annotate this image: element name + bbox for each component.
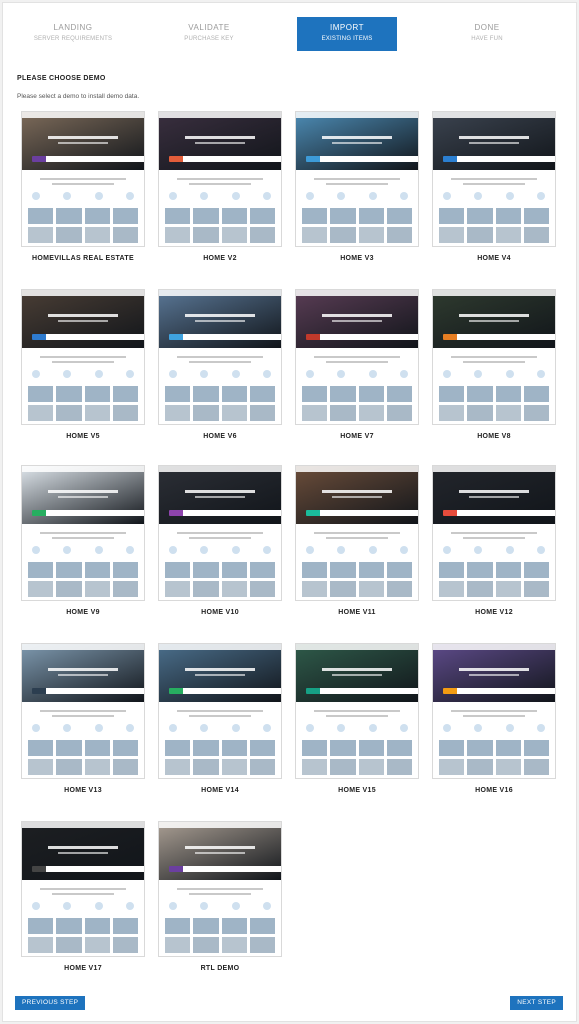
demo-card[interactable]: HOME V4	[432, 111, 556, 262]
demo-card[interactable]: HOMEVILLAS REAL ESTATE	[21, 111, 145, 262]
demo-card[interactable]: HOME V2	[158, 111, 282, 262]
demo-label: HOME V4	[477, 255, 511, 262]
setup-wizard-panel: LANDING SERVER REQUIREMENTS VALIDATE PUR…	[2, 2, 577, 1022]
demo-thumbnail[interactable]	[295, 643, 419, 779]
demo-label: RTL DEMO	[200, 965, 240, 972]
demo-thumbnail[interactable]	[21, 289, 145, 425]
demo-card[interactable]: HOME V12	[432, 465, 556, 616]
demo-thumbnail[interactable]	[158, 821, 282, 957]
demo-label: HOME V12	[475, 609, 513, 616]
demo-thumbnail[interactable]	[158, 465, 282, 601]
demo-thumbnail[interactable]	[295, 289, 419, 425]
demo-card[interactable]: HOME V17	[21, 821, 145, 972]
demo-card[interactable]: HOME V5	[21, 289, 145, 440]
demo-thumbnail[interactable]	[432, 465, 556, 601]
demo-card[interactable]: HOME V8	[432, 289, 556, 440]
demo-thumbnail[interactable]	[21, 111, 145, 247]
demo-card[interactable]: HOME V15	[295, 643, 419, 794]
demo-card[interactable]: RTL DEMO	[158, 821, 282, 972]
demo-card[interactable]: HOME V14	[158, 643, 282, 794]
demo-card[interactable]: HOME V9	[21, 465, 145, 616]
previous-step-button[interactable]: PREVIOUS STEP	[15, 996, 86, 1010]
demo-card[interactable]: HOME V6	[158, 289, 282, 440]
next-step-button[interactable]: NEXT STEP	[510, 996, 563, 1010]
demo-thumbnail[interactable]	[21, 465, 145, 601]
demo-thumbnail[interactable]	[432, 111, 556, 247]
demo-card[interactable]: HOME V11	[295, 465, 419, 616]
demo-thumbnail[interactable]	[432, 289, 556, 425]
demo-card[interactable]: HOME V13	[21, 643, 145, 794]
demo-thumbnail[interactable]	[158, 289, 282, 425]
demo-thumbnail[interactable]	[295, 465, 419, 601]
demo-thumbnail[interactable]	[432, 643, 556, 779]
demo-thumbnail[interactable]	[21, 643, 145, 779]
demo-grid: HOMEVILLAS REAL ESTATE HOME V2 HOME V3 HOME…	[3, 3, 576, 1021]
demo-thumbnail[interactable]	[158, 643, 282, 779]
demo-label: HOME V16	[475, 787, 513, 794]
demo-thumbnail[interactable]	[21, 821, 145, 957]
demo-thumbnail[interactable]	[295, 111, 419, 247]
demo-card[interactable]: HOME V16	[432, 643, 556, 794]
demo-thumbnail[interactable]	[158, 111, 282, 247]
demo-card[interactable]: HOME V7	[295, 289, 419, 440]
demo-label: HOME V8	[477, 433, 511, 440]
demo-card[interactable]: HOME V3	[295, 111, 419, 262]
demo-card[interactable]: HOME V10	[158, 465, 282, 616]
